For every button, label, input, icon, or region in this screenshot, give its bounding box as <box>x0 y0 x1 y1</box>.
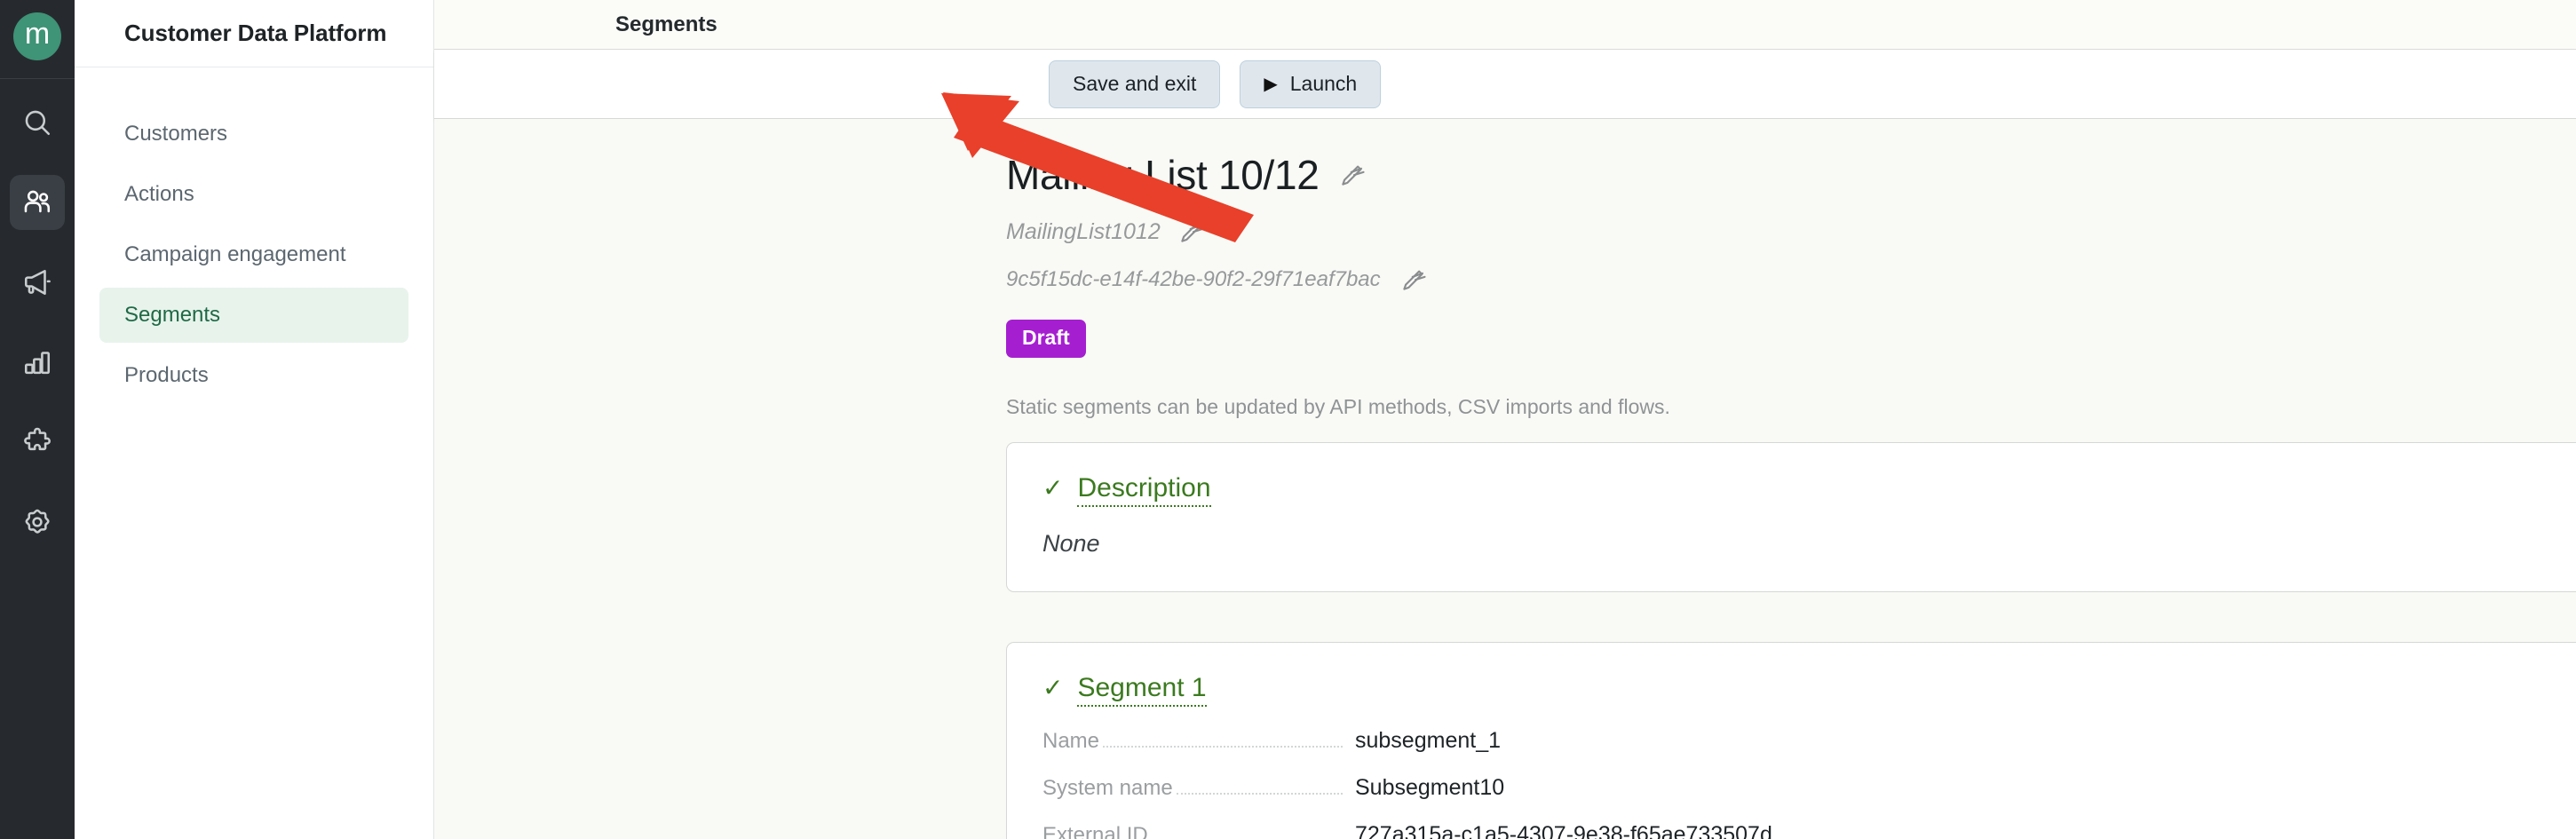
static-segment-hint: Static segments can be updated by API me… <box>1006 395 1670 418</box>
segment-1-card-header: ✓ Segment 1 <box>1042 673 2576 707</box>
launch-button[interactable]: ▶ Launch <box>1240 59 1382 108</box>
field-label-wrap: External ID <box>1042 823 1355 839</box>
field-row-name: Name subsegment_1 <box>1042 728 2576 754</box>
sidebar-item-campaign-engagement[interactable]: Campaign engagement <box>99 227 408 282</box>
app-logo[interactable]: m <box>13 12 61 60</box>
sidebar-title: Customer Data Platform <box>124 20 387 46</box>
field-label-system-name: System name <box>1042 776 1173 800</box>
main-area: Segments Save and exit ▶ Launch Mailing … <box>434 0 2576 839</box>
customers-icon[interactable] <box>10 175 65 230</box>
edit-title-pencil-icon[interactable] <box>1339 162 1366 188</box>
field-label-name: Name <box>1042 729 1100 753</box>
description-card: ✓ Description None <box>1006 442 2576 592</box>
dotted-leader <box>1176 779 1343 795</box>
segment-1-card: ✓ Segment 1 Name subsegment_1 System nam… <box>1006 642 2576 839</box>
play-icon: ▶ <box>1264 74 1278 94</box>
field-value-external-id: 727a315a-c1a5-4307-9e38-f65ae733507d <box>1355 822 1772 839</box>
segment-1-card-title[interactable]: Segment 1 <box>1077 673 1207 707</box>
megaphone-icon[interactable] <box>10 255 65 310</box>
sidebar-header: Customer Data Platform <box>75 0 433 67</box>
sidebar-item-customers[interactable]: Customers <box>99 107 408 162</box>
segment-uuid: 9c5f15dc-e14f-42be-90f2-29f71eaf7bac <box>1006 267 1381 291</box>
sidebar: Customer Data Platform Customers Actions… <box>75 0 434 839</box>
bar-chart-icon[interactable] <box>10 335 65 390</box>
system-name-row: MailingList1012 <box>1006 218 2576 245</box>
status-badge: Draft <box>1006 320 1086 358</box>
field-value-name: subsegment_1 <box>1355 728 1502 753</box>
gear-icon[interactable] <box>10 495 65 550</box>
dotted-leader <box>1152 826 1343 839</box>
page-title: Mailing List 10/12 <box>1006 152 1320 198</box>
app-root: m Customer Data Platform Customers Actio… <box>0 0 2576 839</box>
save-and-exit-label: Save and exit <box>1073 72 1197 95</box>
description-value: None <box>1042 530 1100 557</box>
edit-uuid-pencil-icon[interactable] <box>1400 266 1427 293</box>
search-icon[interactable] <box>10 95 65 150</box>
page-title-row: Mailing List 10/12 <box>1006 151 2576 199</box>
save-and-exit-button[interactable]: Save and exit <box>1049 59 1221 108</box>
dotted-leader <box>1103 732 1343 748</box>
field-row-system-name: System name Subsegment10 <box>1042 775 2576 801</box>
launch-label: Launch <box>1289 72 1358 95</box>
check-icon: ✓ <box>1042 474 1064 502</box>
sidebar-item-segments[interactable]: Segments <box>99 288 408 343</box>
field-row-external-id: External ID 727a315a-c1a5-4307-9e38-f65a… <box>1042 822 2576 839</box>
field-label-wrap: System name <box>1042 776 1355 801</box>
field-label-external-id: External ID <box>1042 823 1148 839</box>
page-content: Mailing List 10/12 MailingList1012 9c5f1… <box>434 119 2576 839</box>
description-card-title[interactable]: Description <box>1077 473 1211 507</box>
breadcrumb: Segments <box>615 12 717 36</box>
field-value-system-name: Subsegment10 <box>1355 775 1505 800</box>
sidebar-item-products[interactable]: Products <box>99 348 408 403</box>
rail-divider <box>0 78 75 79</box>
uuid-row: 9c5f15dc-e14f-42be-90f2-29f71eaf7bac <box>1006 266 2576 293</box>
puzzle-icon[interactable] <box>10 415 65 470</box>
edit-system-name-pencil-icon[interactable] <box>1178 218 1205 245</box>
system-name: MailingList1012 <box>1006 218 1161 244</box>
icon-rail: m <box>0 0 75 839</box>
sidebar-nav-list: Customers Actions Campaign engagement Se… <box>75 67 433 408</box>
sidebar-item-actions[interactable]: Actions <box>99 167 408 222</box>
description-card-header: ✓ Description <box>1042 473 2576 507</box>
breadcrumb-bar: Segments <box>434 0 2576 50</box>
check-icon: ✓ <box>1042 674 1064 701</box>
action-toolbar: Save and exit ▶ Launch <box>434 50 2576 119</box>
field-label-wrap: Name <box>1042 729 1355 754</box>
